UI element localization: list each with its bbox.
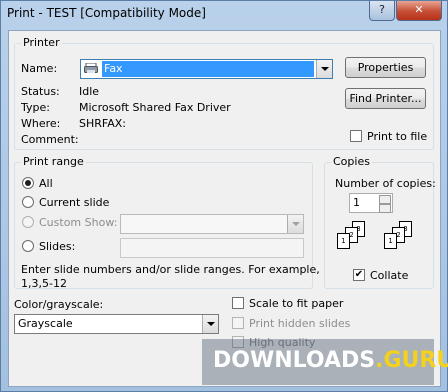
where-label: Where: xyxy=(21,117,61,130)
collate-label: Collate xyxy=(370,269,409,282)
scale-to-fit-checkbox[interactable] xyxy=(232,297,244,309)
properties-button-label: Properties xyxy=(357,61,414,74)
spin-up-icon[interactable] xyxy=(379,195,391,204)
watermark-text-a: DOWNLOADS xyxy=(213,348,376,373)
radio-custom-show-label: Custom Show: xyxy=(39,216,118,229)
radio-all[interactable] xyxy=(22,177,34,189)
find-printer-button[interactable]: Find Printer... xyxy=(345,88,426,109)
chevron-down-icon[interactable] xyxy=(202,315,218,333)
type-label: Type: xyxy=(21,101,50,114)
print-to-file-checkbox[interactable] xyxy=(350,130,362,142)
chevron-down-icon[interactable] xyxy=(316,60,332,78)
help-button[interactable]: ? xyxy=(369,1,395,21)
properties-button[interactable]: Properties xyxy=(345,57,426,78)
chevron-down-icon[interactable] xyxy=(287,215,303,233)
collate-checkbox[interactable]: ✔ xyxy=(353,269,365,281)
spin-down-icon[interactable] xyxy=(379,204,391,213)
title-bar: Print - TEST [Compatibility Mode] ? ✕ xyxy=(1,1,447,29)
print-hidden-checkbox[interactable] xyxy=(232,317,244,329)
slides-hint: Enter slide numbers and/or slide ranges.… xyxy=(21,263,320,276)
find-printer-button-label: Find Printer... xyxy=(349,92,422,105)
status-value: Idle xyxy=(79,85,100,98)
printer-icon xyxy=(84,62,98,74)
type-value: Microsoft Shared Fax Driver xyxy=(79,101,231,114)
slides-input[interactable] xyxy=(120,238,304,258)
color-grayscale-select[interactable]: Grayscale xyxy=(14,314,219,334)
printer-name-select[interactable]: Fax xyxy=(80,59,333,79)
print-dialog-window: Print - TEST [Compatibility Mode] ? ✕ Pr… xyxy=(0,0,448,392)
printer-name-value: Fax xyxy=(102,61,314,77)
number-of-copies-value: 1 xyxy=(353,196,360,209)
comment-label: Comment: xyxy=(21,133,79,146)
close-button[interactable]: ✕ xyxy=(396,1,442,21)
radio-all-label: All xyxy=(39,177,53,190)
number-of-copies-label: Number of copies: xyxy=(335,177,436,190)
watermark-text-b: .GURU xyxy=(375,348,448,373)
radio-custom-show[interactable] xyxy=(22,216,34,228)
printer-name-label: Name: xyxy=(21,62,58,75)
collated-pages-icon: 3 2 1 xyxy=(377,221,417,263)
dialog-body: Printer Name: Fax Properties Status: Idl… xyxy=(8,30,441,387)
radio-slides-label: Slides: xyxy=(39,240,76,253)
scale-to-fit-label: Scale to fit paper xyxy=(249,297,344,310)
radio-current-slide[interactable] xyxy=(22,196,34,208)
where-value: SHRFAX: xyxy=(79,117,126,130)
radio-slides[interactable] xyxy=(22,240,34,252)
watermark-text: DOWNLOADS.GURU xyxy=(213,348,448,373)
status-label: Status: xyxy=(21,85,60,98)
color-grayscale-label: Color/grayscale: xyxy=(14,298,104,311)
print-range-group-label: Print range xyxy=(21,155,86,168)
radio-current-slide-label: Current slide xyxy=(39,196,110,209)
watermark-overlay: DOWNLOADS.GURU xyxy=(202,339,448,385)
copies-group-label: Copies xyxy=(331,155,372,168)
custom-show-select[interactable] xyxy=(120,214,304,234)
print-to-file-label: Print to file xyxy=(367,130,428,143)
uncollated-pages-icon: 3 2 1 xyxy=(334,221,374,263)
slides-hint-example: 1,3,5-12 xyxy=(21,277,67,290)
color-grayscale-value: Grayscale xyxy=(18,317,73,330)
printer-group-label: Printer xyxy=(21,36,62,49)
window-title: Print - TEST [Compatibility Mode] xyxy=(7,6,206,20)
print-hidden-label: Print hidden slides xyxy=(249,317,351,330)
